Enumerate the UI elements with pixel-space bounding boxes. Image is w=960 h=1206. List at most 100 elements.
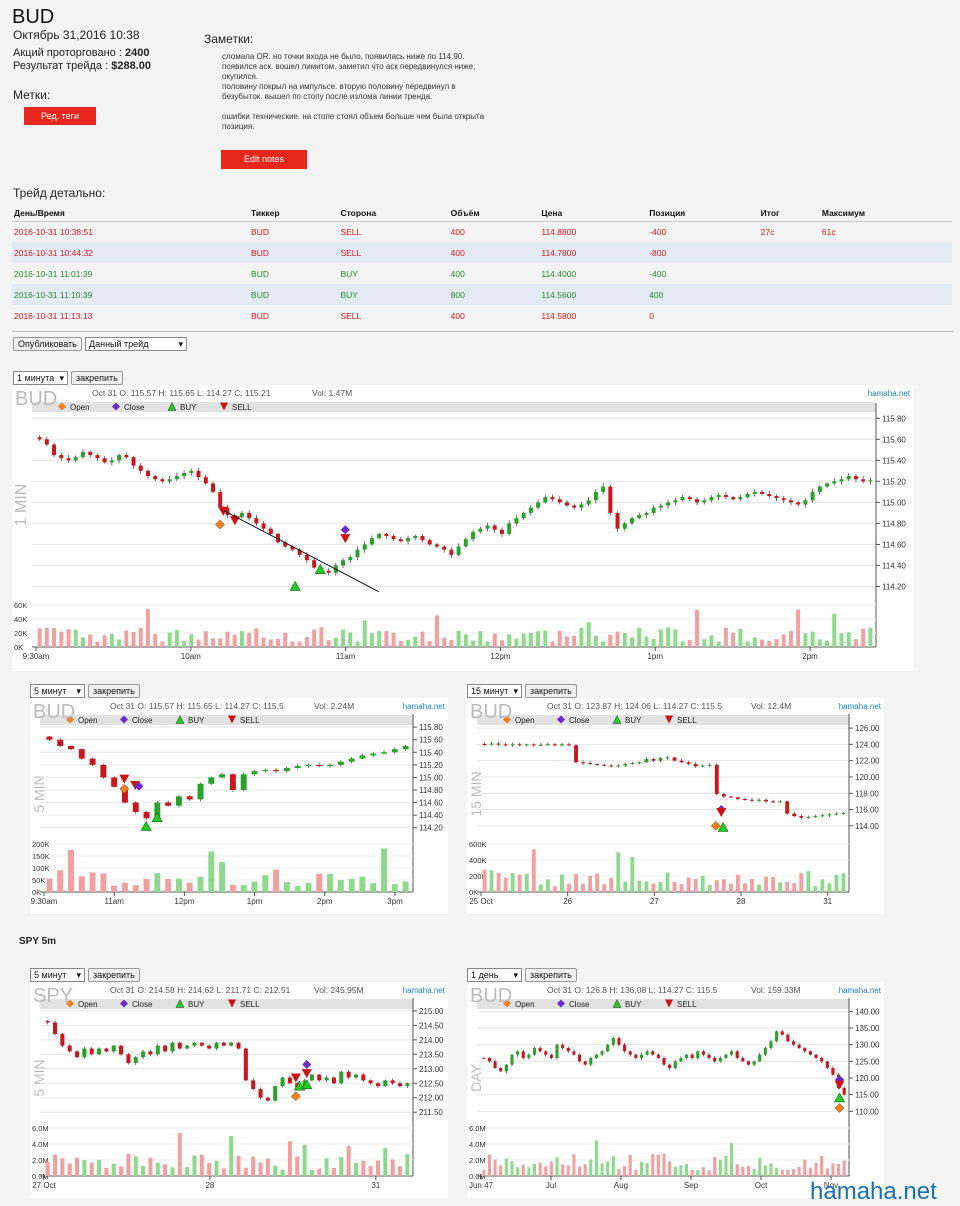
interval-select[interactable]: 5 минут ▾ <box>30 684 85 698</box>
trade-select[interactable]: Данный трейд ▾ <box>85 337 187 351</box>
volume-bar <box>775 1167 779 1176</box>
volume-bar <box>67 1163 72 1176</box>
volume-bar <box>622 632 627 647</box>
candle <box>52 444 57 456</box>
table-cell-ticker: BUD <box>251 310 269 321</box>
candle <box>608 486 613 513</box>
chart-ohlc-info: Oct 31 O: 123.87 H: 124.06 L: 114.27 C: … <box>547 701 722 711</box>
table-cell-position: 400 <box>647 284 759 305</box>
candle <box>66 458 71 461</box>
candle <box>868 480 873 482</box>
brand-link: hamaha.net <box>839 702 882 711</box>
candle <box>680 497 685 501</box>
x-tick-label: 31 <box>371 1181 380 1190</box>
volume-bar <box>504 1158 508 1176</box>
pin-button[interactable]: закрепить <box>525 684 577 698</box>
volume-bar <box>160 641 165 647</box>
volume-bar <box>261 637 266 647</box>
volume-bar <box>861 628 866 647</box>
open-marker <box>710 820 721 831</box>
sell-marker <box>340 534 351 544</box>
volume-bar <box>538 1162 542 1176</box>
interval-select[interactable]: 1 минута ▾ <box>13 371 68 385</box>
chart-bud-day[interactable]: Open Close BUY SELL BUD Oct 31 O: 126.8 H: 13… <box>467 982 884 1198</box>
y-tick-label: 114.20 <box>882 582 906 591</box>
volume-bar <box>265 1158 270 1176</box>
volume-bar <box>574 873 578 892</box>
volume-bar <box>133 1156 138 1176</box>
volume-bar <box>630 637 634 647</box>
volume-bar <box>608 634 613 647</box>
divider <box>12 331 954 332</box>
interval-select[interactable]: 15 минут ▾ <box>467 684 522 698</box>
close-marker <box>302 1059 312 1069</box>
volume-bar <box>572 636 577 647</box>
table-cell-time: 2016-10-31 11:13:13 <box>14 310 93 321</box>
candle <box>305 764 312 767</box>
volume-bar <box>713 1156 717 1176</box>
candle <box>622 523 627 529</box>
candle <box>808 1051 812 1055</box>
chart-bud-5min[interactable]: Open Close BUY SELL BUD Oct 31 O: 115.57 H: 1… <box>30 698 448 914</box>
chart-ohlc-info: Oct 31 O: 115.57 H: 115.65 L: 114.27 C: … <box>92 388 271 398</box>
candle <box>52 1022 58 1035</box>
candle <box>517 744 522 746</box>
volume-bar <box>577 1166 582 1176</box>
volume-bar <box>327 873 334 892</box>
candle <box>543 497 548 503</box>
y-tick-label: 115.20 <box>419 761 443 770</box>
volume-bar <box>46 878 53 892</box>
candle <box>827 814 832 816</box>
volume-bar <box>88 634 93 647</box>
candle <box>572 1051 576 1055</box>
spy-section-title: SPY 5m <box>19 936 57 947</box>
volume-bar <box>177 1132 182 1176</box>
y-tick-label: 140.00 <box>855 1007 880 1016</box>
volume-bar <box>735 1164 739 1176</box>
volume-bar <box>117 639 122 647</box>
publish-button[interactable]: Опубликовать <box>13 337 82 351</box>
sell-legend-label: SELL <box>240 716 260 725</box>
chart-bud-15min[interactable]: Open Close BUY SELL BUD Oct 31 O: 123.87 H: 1… <box>467 698 884 914</box>
chart-bud-1min[interactable]: Open Close BUY SELL BUD Oct 31 O: 115.57 H: 1… <box>12 385 914 671</box>
candle <box>312 560 317 568</box>
candle <box>175 796 182 806</box>
x-tick-label: Aug <box>614 1181 628 1190</box>
volume-bar <box>482 869 487 892</box>
candle <box>362 544 367 550</box>
buy-legend-label: BUY <box>188 716 205 725</box>
candle <box>57 739 64 746</box>
edit-tags-button[interactable]: Ред. теги <box>24 107 96 125</box>
chart-symbol-watermark: BUD <box>33 701 75 723</box>
volume-bar <box>695 609 699 647</box>
pin-button[interactable]: закрепить <box>525 968 577 982</box>
candle <box>687 497 692 500</box>
volume-tick-label: 40K <box>14 615 27 624</box>
y-tick-label: 110.00 <box>855 1107 879 1116</box>
edit-notes-button[interactable]: Edit notes <box>221 150 307 169</box>
pin-button[interactable]: закрепить <box>71 371 123 385</box>
candle <box>583 1061 587 1065</box>
chart-spy-5min[interactable]: Open Close BUY SELL SPY Oct 31 O: 214.58 H: 2… <box>30 982 448 1198</box>
volume-bar <box>707 884 712 892</box>
interval-select[interactable]: 1 день ▾ <box>467 968 522 982</box>
volume-bar <box>427 641 432 647</box>
volume-bar <box>449 639 454 647</box>
interval-select[interactable]: 5 минут ▾ <box>30 968 85 982</box>
pin-button[interactable]: закрепить <box>88 968 140 982</box>
pin-button[interactable]: закрепить <box>88 684 140 698</box>
x-tick-label: 2pm <box>802 652 818 661</box>
candle <box>600 1051 604 1055</box>
candle <box>503 744 508 746</box>
volume-bar <box>119 1166 124 1176</box>
candle <box>199 1042 204 1046</box>
legend-bar <box>32 402 876 412</box>
volume-bar <box>600 1163 604 1176</box>
candle <box>651 507 656 513</box>
volume-bar <box>741 1166 745 1176</box>
volume-bar <box>355 641 360 647</box>
volume-bar <box>478 631 483 647</box>
volume-bar <box>309 1169 314 1176</box>
volume-bar <box>229 1136 234 1176</box>
candle <box>616 765 621 767</box>
